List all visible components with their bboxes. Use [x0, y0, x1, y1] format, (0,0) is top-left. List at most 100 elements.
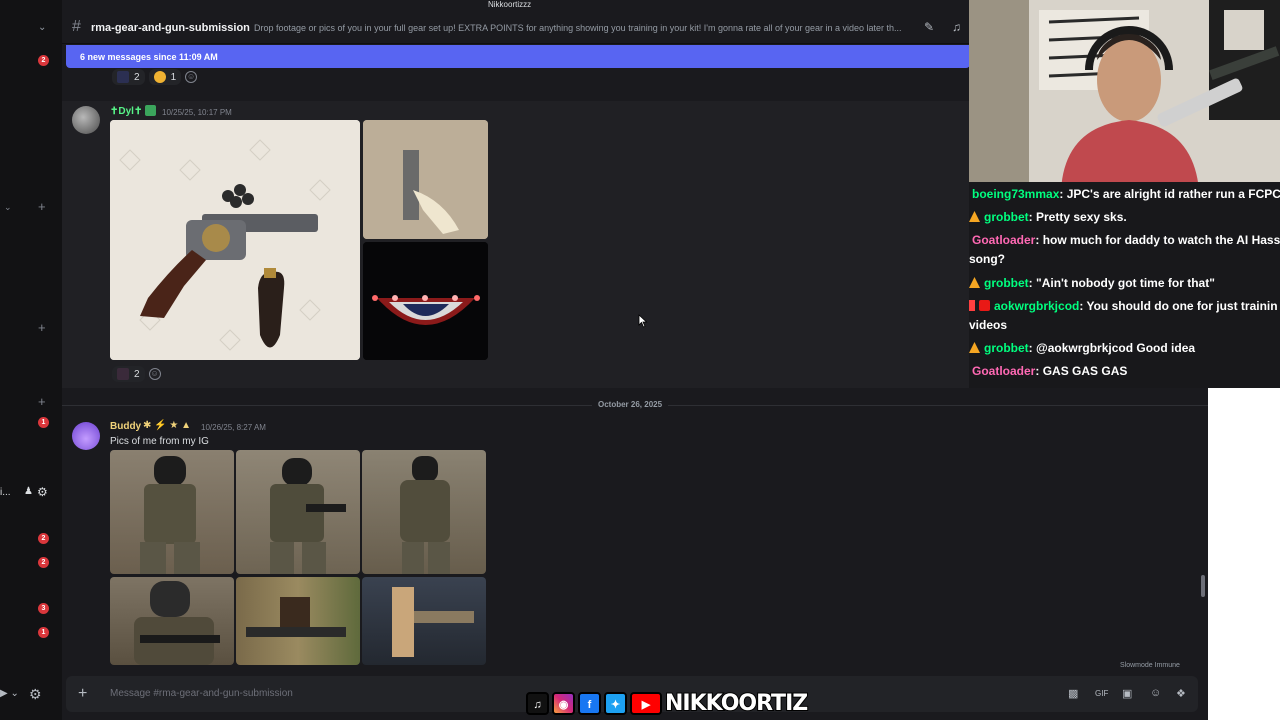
chat-text: : Pretty sexy sks. — [1028, 210, 1127, 224]
timestamp: 10/25/25, 10:17 PM — [162, 108, 232, 117]
chevron-down-icon[interactable]: ⌄ — [4, 202, 12, 213]
chat-text: videos — [969, 318, 1008, 332]
social-handle: NIKKOORTIZ — [664, 690, 809, 717]
new-messages-banner[interactable]: 6 new messages since 11:09 AM — [66, 45, 970, 68]
add-reaction-icon[interactable]: ☺ — [185, 71, 198, 83]
custom-emoji-icon — [117, 368, 129, 380]
hashtag-icon: # — [72, 18, 81, 35]
apps-icon[interactable]: ❖ — [1176, 687, 1186, 700]
chat-text: song? — [969, 252, 1005, 266]
chat-text: : JPC's are alright id rather run a FCPC — [1059, 187, 1280, 201]
unread-badge: 1 — [38, 417, 49, 428]
revolver-photo[interactable] — [110, 120, 360, 360]
flag-bunting-photo[interactable] — [363, 242, 488, 360]
tiktok-icon: ♫ — [526, 691, 549, 715]
role-badges-icon: ✱ ⚡ ★ ▲ — [143, 420, 192, 431]
reaction-chip[interactable]: 2 — [112, 69, 145, 85]
channel-sidebar: ⌄ 2 ⌄ + + + 1 i... ♟ ⚙ 2 2 3 1 ▶ ⌄ ⚙ — [0, 0, 62, 720]
add-reaction-icon[interactable]: ☺ — [148, 368, 161, 380]
youtube-icon: ▶ — [630, 691, 662, 715]
sticker-icon[interactable]: ▣ — [1122, 687, 1132, 700]
stream-chat-overlay: boeing73mmax: JPC's are alright id rathe… — [969, 182, 1280, 388]
settings-gear-icon[interactable]: ⚙ — [29, 686, 42, 703]
gear-photo[interactable] — [110, 450, 234, 574]
gif-icon[interactable]: GIF — [1095, 689, 1108, 698]
chat-username: boeing73mmax — [972, 187, 1060, 201]
username[interactable]: Buddy — [110, 421, 141, 432]
user-badge-icon — [969, 300, 975, 311]
unread-badge: 1 — [38, 627, 49, 638]
reaction-count: 1 — [170, 71, 177, 83]
chat-username: grobbet — [984, 276, 1029, 290]
social-handles: ♫ ◉ f ✦ ▶ NIKKOORTIZ — [526, 689, 809, 717]
chat-username: aokwrgbrkjcod — [994, 299, 1080, 313]
threads-icon[interactable]: ✎ — [924, 20, 934, 34]
chat-line: videos — [969, 318, 1280, 332]
voice-user-row[interactable]: i... ♟ ⚙ — [0, 485, 52, 500]
channel-topic[interactable]: Drop footage or pics of you in your full… — [254, 23, 919, 33]
chat-line: boeing73mmax: JPC's are alright id rathe… — [972, 187, 1280, 201]
chevron-down-icon[interactable]: ⌄ — [38, 22, 46, 33]
custom-emoji-icon — [117, 71, 129, 83]
reaction-chip[interactable]: 1 — [148, 69, 182, 85]
avatar[interactable] — [72, 422, 100, 450]
fire-badge-icon — [969, 277, 980, 288]
emoji-icon[interactable]: ☺ — [1150, 687, 1161, 699]
gift-icon[interactable]: ▩ — [1068, 687, 1078, 700]
twitter-icon: ✦ — [604, 691, 627, 715]
chat-text: : @aokwrgbrkjcod Good idea — [1028, 341, 1196, 355]
mute-icon[interactable]: ♫ — [952, 20, 961, 34]
message-text: Pics of me from my IG — [110, 436, 209, 447]
chat-text: : You should do one for just trainin — [1079, 299, 1278, 313]
gear-photo[interactable] — [362, 577, 486, 665]
facebook-icon: f — [578, 691, 601, 715]
add-channel-icon[interactable]: + — [38, 394, 46, 409]
chat-line: song? — [969, 252, 1280, 266]
webcam-overlay — [969, 0, 1280, 190]
gear-photo[interactable] — [362, 450, 486, 574]
fire-badge-icon — [969, 211, 980, 222]
attach-plus-icon[interactable]: + — [78, 685, 87, 703]
gear-icon[interactable]: ⚙ — [37, 485, 48, 499]
role-badge-icon — [145, 105, 156, 116]
chat-line: grobbet: @aokwrgbrkjcod Good idea — [969, 341, 1280, 355]
date-divider: October 26, 2025 — [62, 400, 1208, 409]
avatar[interactable] — [72, 106, 100, 134]
reaction-row: 2 1 ☺ — [112, 69, 198, 85]
username[interactable]: ✝Dyl✝ — [110, 106, 142, 117]
chat-username: Goatloader — [972, 364, 1036, 378]
reaction-chip[interactable]: 2 — [112, 366, 145, 382]
mouse-cursor-icon — [638, 314, 648, 328]
add-channel-icon[interactable]: + — [38, 199, 46, 214]
unread-badge: 3 — [38, 603, 49, 614]
reaction-row: 2 ☺ — [112, 366, 161, 382]
date-divider-label: October 26, 2025 — [592, 400, 669, 409]
chat-username: Goatloader — [972, 233, 1036, 247]
add-channel-icon[interactable]: + — [38, 320, 46, 335]
chat-line: grobbet: Pretty sexy sks. — [969, 210, 1280, 224]
chat-line: aokwrgbrkjcod: You should do one for jus… — [969, 299, 1280, 313]
chat-username: grobbet — [984, 341, 1029, 355]
channel-name: rma-gear-and-gun-submission — [91, 22, 250, 34]
chat-username: grobbet — [984, 210, 1029, 224]
gear-photo[interactable] — [236, 577, 360, 665]
unread-badge: 2 — [38, 557, 49, 568]
fire-badge-icon — [969, 342, 980, 353]
add-friend-icon[interactable]: ♟ — [24, 486, 33, 497]
voice-user-label: i... — [0, 487, 11, 498]
chat-text: : GAS GAS GAS — [1035, 364, 1128, 378]
scrollbar-thumb[interactable] — [1201, 575, 1205, 597]
gear-photo[interactable] — [110, 577, 234, 665]
reaction-count: 2 — [134, 368, 140, 380]
chat-text: : "Ain't nobody got time for that" — [1028, 276, 1215, 290]
revolver-closeup-photo[interactable] — [363, 120, 488, 239]
composer-placeholder[interactable]: Message #rma-gear-and-gun-submission — [110, 688, 293, 699]
tired-face-emoji-icon — [153, 71, 166, 83]
chevron-down-icon[interactable]: ▶ ⌄ — [0, 688, 19, 699]
timestamp: 10/26/25, 8:27 AM — [201, 423, 266, 432]
gear-photo[interactable] — [236, 450, 360, 574]
chat-line: Goatloader: GAS GAS GAS — [972, 364, 1280, 378]
slowmode-label: Slowmode Immune — [1120, 662, 1180, 669]
chat-line: grobbet: "Ain't nobody got time for that… — [969, 276, 1280, 290]
instagram-icon: ◉ — [552, 691, 575, 715]
